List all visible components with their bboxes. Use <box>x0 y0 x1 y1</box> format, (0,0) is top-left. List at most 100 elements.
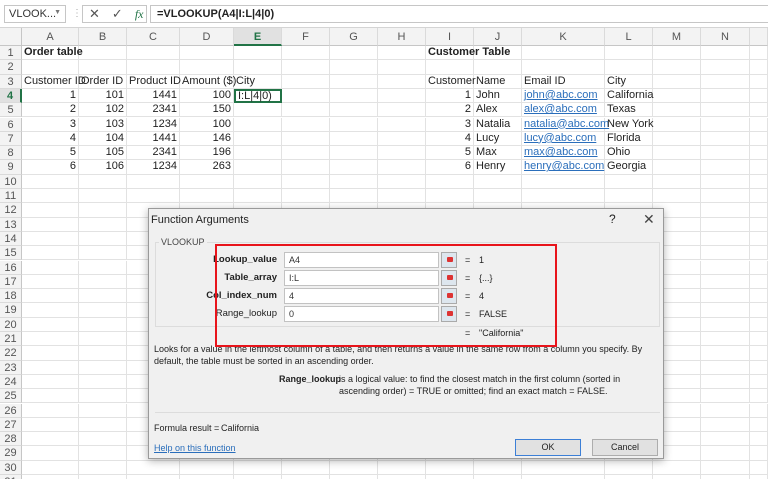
cell-B8[interactable]: 105 <box>79 146 127 161</box>
cell-N19[interactable] <box>701 303 750 318</box>
cell-K31[interactable] <box>522 475 605 479</box>
cell-M11[interactable] <box>653 189 701 204</box>
cell-3[interactable] <box>750 74 768 89</box>
cell-H11[interactable] <box>378 189 426 204</box>
cell-I3[interactable]: Customer <box>426 74 476 89</box>
cell-F2[interactable] <box>282 60 330 75</box>
cell-I1[interactable]: Customer Table <box>426 46 510 61</box>
cell-E31[interactable] <box>234 475 282 479</box>
cell-N23[interactable] <box>701 360 750 375</box>
help-icon[interactable]: ? <box>609 212 616 226</box>
cell-J8[interactable]: Max <box>474 146 522 161</box>
cell-A14[interactable] <box>22 231 79 247</box>
cell-A2[interactable] <box>22 60 79 75</box>
cell-A22[interactable] <box>22 346 79 361</box>
cell-C11[interactable] <box>127 189 180 204</box>
cell-B18[interactable] <box>79 289 127 304</box>
cell-15[interactable] <box>750 246 768 261</box>
ok-button[interactable]: OK <box>515 439 581 456</box>
cell-A30[interactable] <box>22 460 79 475</box>
cell-C31[interactable] <box>127 475 180 479</box>
cell-D3[interactable]: Amount ($) <box>180 74 236 89</box>
cell-23[interactable] <box>750 360 768 375</box>
cell-B17[interactable] <box>79 274 127 290</box>
cell-L3[interactable]: City <box>605 74 653 89</box>
cell-I6[interactable]: 3 <box>426 117 474 132</box>
cell-A25[interactable] <box>22 389 79 404</box>
cell-11[interactable] <box>750 189 768 204</box>
cell-A21[interactable] <box>22 332 79 347</box>
cell-J1[interactable] <box>474 46 522 61</box>
cell-G11[interactable] <box>330 189 378 204</box>
cell-C4[interactable]: 1441 <box>127 88 180 104</box>
cell-N15[interactable] <box>701 246 750 261</box>
cell-L31[interactable] <box>605 475 653 479</box>
cell-B14[interactable] <box>79 231 127 247</box>
cell-12[interactable] <box>750 203 768 218</box>
cell-H31[interactable] <box>378 475 426 479</box>
cell-K7[interactable]: lucy@abc.com <box>522 131 605 147</box>
cell-I7[interactable]: 4 <box>426 131 474 147</box>
cell-E1[interactable] <box>234 46 282 61</box>
row-header-3[interactable]: 3 <box>0 74 22 89</box>
column-header-K[interactable]: K <box>522 28 605 46</box>
row-header-22[interactable]: 22 <box>0 346 22 361</box>
column-header-I[interactable]: I <box>426 28 474 46</box>
row-header-6[interactable]: 6 <box>0 117 22 132</box>
cell-A3[interactable]: Customer ID <box>22 74 86 89</box>
cell-A10[interactable] <box>22 174 79 189</box>
cell-C10[interactable] <box>127 174 180 189</box>
select-all-corner[interactable] <box>0 28 22 46</box>
cell-B2[interactable] <box>79 60 127 75</box>
column-header-extra[interactable] <box>750 28 768 46</box>
cell-D30[interactable] <box>180 460 234 475</box>
cell-N12[interactable] <box>701 203 750 218</box>
cell-B21[interactable] <box>79 332 127 347</box>
cancel-icon[interactable]: ✕ <box>89 6 100 22</box>
column-header-L[interactable]: L <box>605 28 653 46</box>
cell-E4[interactable]: I:L|4|0) <box>234 88 282 104</box>
cell-M2[interactable] <box>653 60 701 75</box>
cell-B3[interactable]: Order ID <box>79 74 127 89</box>
cell-N26[interactable] <box>701 403 750 418</box>
cell-I4[interactable]: 1 <box>426 88 474 104</box>
cell-D1[interactable] <box>180 46 234 61</box>
cell-J9[interactable]: Henry <box>474 160 522 175</box>
cell-C1[interactable] <box>127 46 180 61</box>
cell-H4[interactable] <box>378 88 426 104</box>
cell-4[interactable] <box>750 88 768 104</box>
cell-B10[interactable] <box>79 174 127 189</box>
cell-B26[interactable] <box>79 403 127 418</box>
cell-M9[interactable] <box>653 160 701 175</box>
cell-A5[interactable]: 2 <box>22 103 79 118</box>
cell-B12[interactable] <box>79 203 127 218</box>
cell-B22[interactable] <box>79 346 127 361</box>
cell-I31[interactable] <box>426 475 474 479</box>
cell-D8[interactable]: 196 <box>180 146 234 161</box>
cell-14[interactable] <box>750 231 768 247</box>
cell-E5[interactable] <box>234 103 282 118</box>
cell-H10[interactable] <box>378 174 426 189</box>
cell-E11[interactable] <box>234 189 282 204</box>
cell-N13[interactable] <box>701 217 750 232</box>
close-icon[interactable]: ✕ <box>643 211 655 228</box>
cell-A4[interactable]: 1 <box>22 88 79 104</box>
cell-A19[interactable] <box>22 303 79 318</box>
cell-L5[interactable]: Texas <box>605 103 653 118</box>
cell-G2[interactable] <box>330 60 378 75</box>
cell-30[interactable] <box>750 460 768 475</box>
cell-B7[interactable]: 104 <box>79 131 127 147</box>
cell-20[interactable] <box>750 317 768 332</box>
cell-A20[interactable] <box>22 317 79 332</box>
cell-A9[interactable]: 6 <box>22 160 79 175</box>
row-header-15[interactable]: 15 <box>0 246 22 261</box>
cell-B16[interactable] <box>79 260 127 275</box>
cell-K10[interactable] <box>522 174 605 189</box>
cell-N22[interactable] <box>701 346 750 361</box>
cancel-button[interactable]: Cancel <box>592 439 658 456</box>
cell-K3[interactable]: Email ID <box>522 74 605 89</box>
cell-N7[interactable] <box>701 131 750 147</box>
row-header-2[interactable]: 2 <box>0 60 22 75</box>
cell-F1[interactable] <box>282 46 330 61</box>
cell-N28[interactable] <box>701 432 750 447</box>
